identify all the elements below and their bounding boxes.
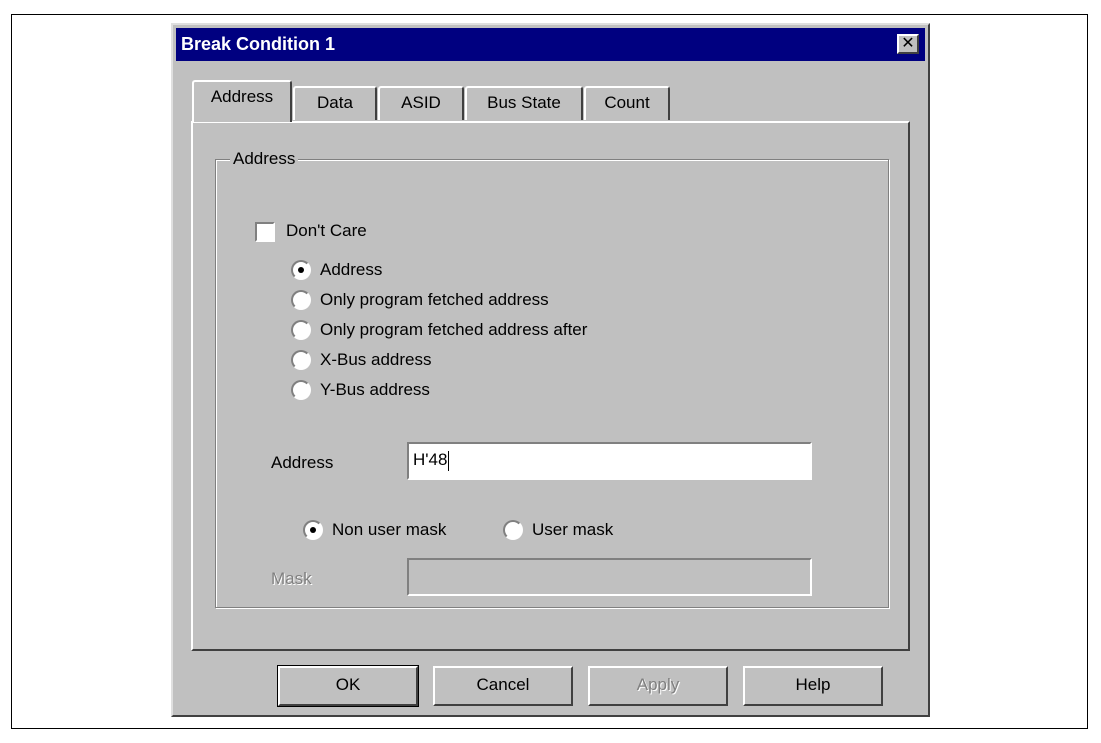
dialog-title: Break Condition 1	[181, 34, 336, 54]
radio-user-mask-label: User mask	[532, 520, 614, 539]
radio-x-bus-label: X-Bus address	[320, 350, 432, 369]
tab-address[interactable]: Address	[192, 80, 292, 122]
tab-bus-state[interactable]: Bus State	[465, 86, 583, 120]
address-field-label: Address	[271, 453, 334, 472]
tab-data[interactable]: Data	[293, 86, 377, 120]
radio-user-mask-button[interactable]	[503, 520, 523, 540]
radio-address-label: Address	[320, 260, 383, 279]
radio-program-fetched-label: Only program fetched address	[320, 290, 549, 309]
radio-y-bus-button[interactable]	[291, 380, 311, 400]
ok-button-label: OK	[335, 675, 361, 694]
close-button[interactable]: ✕	[897, 34, 919, 54]
address-input-value: H'48	[413, 450, 448, 469]
apply-button[interactable]: Apply	[588, 666, 728, 706]
cancel-button-label: Cancel	[476, 675, 530, 694]
radio-non-user-mask-button[interactable]	[303, 520, 323, 540]
close-icon: ✕	[901, 35, 915, 52]
address-input[interactable]: H'48	[407, 442, 812, 480]
tab-asid-label: ASID	[401, 93, 441, 112]
tab-bus-state-label: Bus State	[487, 93, 561, 112]
tab-count[interactable]: Count	[584, 86, 670, 120]
cancel-button[interactable]: Cancel	[433, 666, 573, 706]
groupbox-legend: Address	[230, 148, 299, 170]
radio-program-fetched-after-button[interactable]	[291, 320, 311, 340]
address-tab-panel: Address Don't Care Address Only program …	[191, 121, 910, 651]
tab-count-label: Count	[604, 93, 650, 112]
ok-button[interactable]: OK	[277, 665, 419, 707]
tab-address-label: Address	[210, 87, 274, 106]
radio-address-button[interactable]	[291, 260, 311, 280]
radio-dot-icon	[310, 527, 316, 533]
mask-input[interactable]	[407, 558, 812, 596]
tab-asid[interactable]: ASID	[378, 86, 464, 120]
radio-x-bus-button[interactable]	[291, 350, 311, 370]
apply-button-label: Apply	[636, 675, 680, 694]
dont-care-checkbox[interactable]	[255, 222, 275, 242]
help-button[interactable]: Help	[743, 666, 883, 706]
radio-dot-icon	[298, 267, 304, 273]
help-button-label: Help	[795, 675, 831, 694]
text-caret	[448, 450, 450, 471]
radio-program-fetched-button[interactable]	[291, 290, 311, 310]
tab-data-label: Data	[317, 93, 353, 112]
break-condition-dialog: Break Condition 1 ✕ Address Data ASID Bu…	[171, 23, 930, 717]
radio-y-bus-label: Y-Bus address	[320, 380, 430, 399]
mask-field-label: Mask	[271, 569, 312, 588]
title-bar: Break Condition 1 ✕	[176, 28, 925, 61]
dont-care-label: Don't Care	[286, 221, 367, 240]
radio-program-fetched-after-label: Only program fetched address after	[320, 320, 588, 339]
radio-non-user-mask-label: Non user mask	[332, 520, 447, 539]
